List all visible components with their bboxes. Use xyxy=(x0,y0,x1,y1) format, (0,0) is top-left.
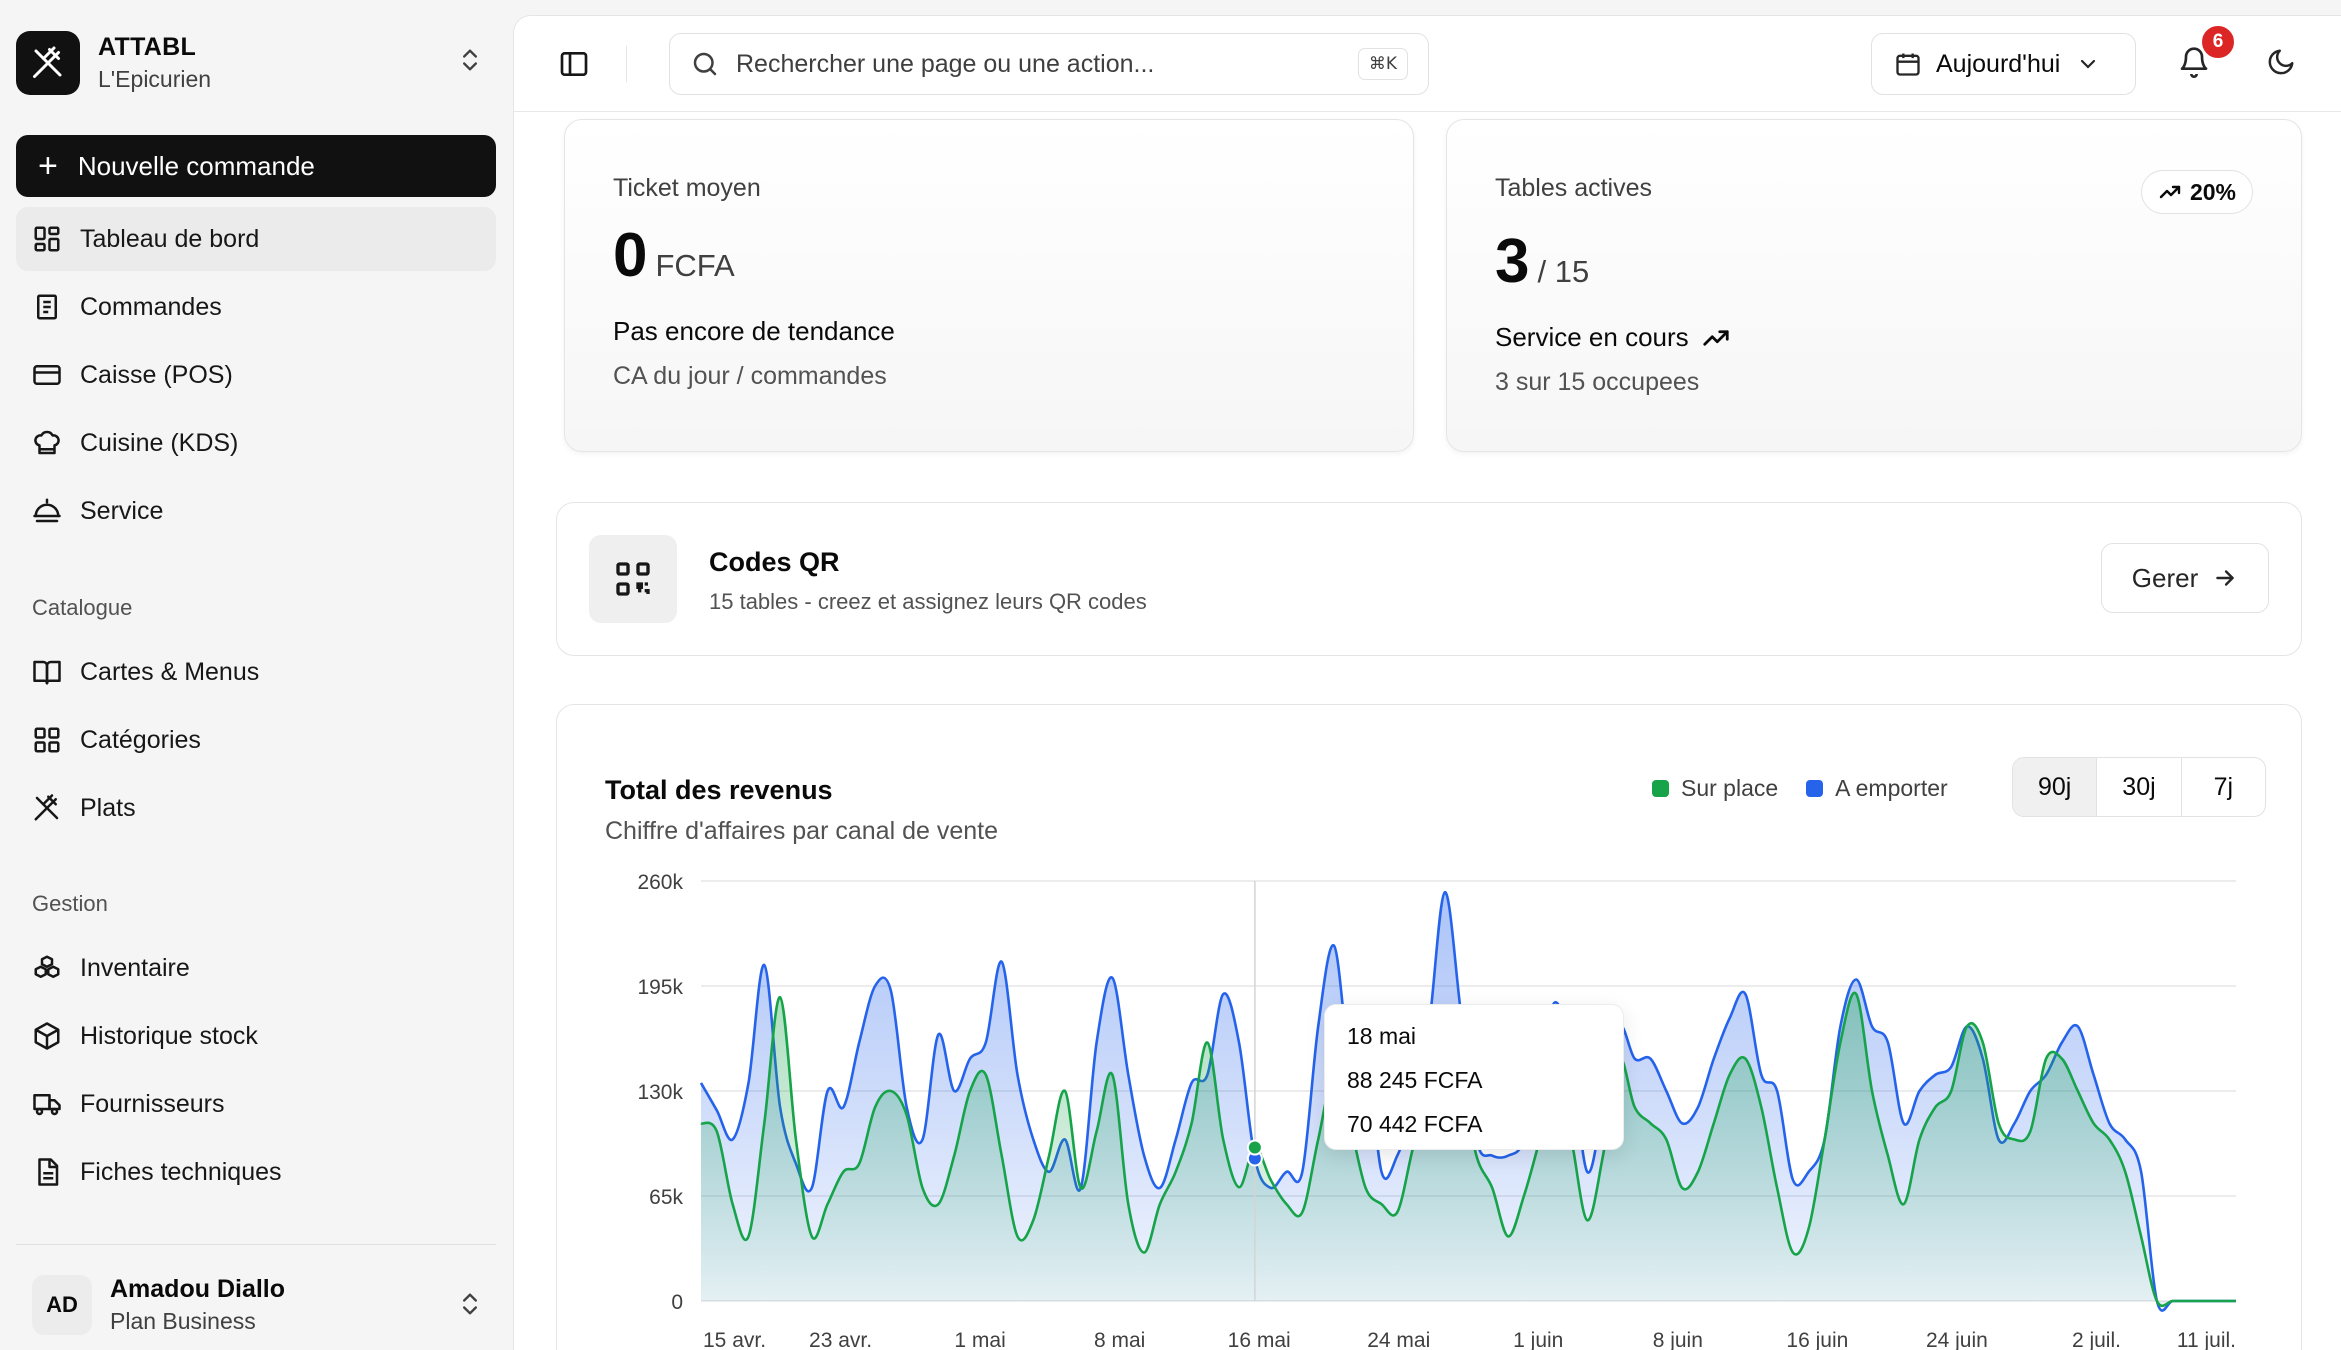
avatar: AD xyxy=(32,1275,92,1335)
new-order-label: Nouvelle commande xyxy=(77,150,315,181)
sidebar-item-recipes[interactable]: Fiches techniques xyxy=(16,1140,496,1204)
sidebar-item-dashboard[interactable]: Tableau de bord xyxy=(16,207,496,271)
x-tick-label: 24 juin xyxy=(1926,1329,1988,1350)
sidebar-item-label: Commandes xyxy=(80,292,222,321)
sidebar: ATTABL L'Epicurien + Nouvelle commande T… xyxy=(0,0,512,1350)
book-icon xyxy=(33,660,61,685)
sidebar-item-menus[interactable]: Cartes & Menus xyxy=(16,640,496,704)
grid-icon xyxy=(34,727,60,753)
sidebar-item-label: Cuisine (KDS) xyxy=(80,428,239,457)
sidebar-divider xyxy=(16,1244,496,1245)
hover-point-sur-place xyxy=(1246,1139,1263,1156)
plus-icon: + xyxy=(38,147,58,185)
y-tick-label: 65k xyxy=(649,1186,683,1209)
chart-tooltip: 18 mai 88 245 FCFA 70 442 FCFA xyxy=(1324,1004,1624,1150)
x-tick-label: 24 mai xyxy=(1367,1329,1430,1350)
y-tick-label: 0 xyxy=(671,1291,683,1314)
utensils-logo-icon xyxy=(16,31,80,95)
x-tick-label: 16 juin xyxy=(1786,1329,1848,1350)
sidebar-item-label: Fiches techniques xyxy=(80,1157,282,1186)
chef-hat-icon xyxy=(34,430,60,455)
x-tick-label: 2 juil. xyxy=(2072,1329,2121,1350)
tooltip-value-a-emporter: 88 245 FCFA xyxy=(1347,1067,1483,1093)
section-title-catalogue: Catalogue xyxy=(32,595,133,620)
sidebar-item-stock-history[interactable]: Historique stock xyxy=(16,1004,496,1068)
brand-subtitle: L'Epicurien xyxy=(98,66,212,92)
sidebar-item-inventory[interactable]: Inventaire xyxy=(16,936,496,1000)
x-tick-label: 1 mai xyxy=(954,1329,1005,1350)
package-icon xyxy=(34,1022,60,1050)
user-plan: Plan Business xyxy=(110,1308,256,1334)
card-icon xyxy=(33,365,61,385)
x-tick-label: 15 avr. xyxy=(703,1329,766,1350)
sidebar-item-pos[interactable]: Caisse (POS) xyxy=(16,343,496,407)
truck-icon xyxy=(33,1094,61,1116)
sidebar-item-suppliers[interactable]: Fournisseurs xyxy=(16,1072,496,1136)
x-tick-label: 8 juin xyxy=(1653,1329,1703,1350)
user-menu[interactable]: AD Amadou Diallo Plan Business xyxy=(16,1270,496,1340)
new-order-button[interactable]: + Nouvelle commande xyxy=(16,135,496,197)
brand-switcher[interactable]: ATTABL L'Epicurien xyxy=(16,28,496,98)
sidebar-item-label: Caisse (POS) xyxy=(80,360,233,389)
x-tick-label: 16 mai xyxy=(1228,1329,1291,1350)
sidebar-item-categories[interactable]: Catégories xyxy=(16,708,496,772)
boxes-icon xyxy=(34,955,60,978)
sidebar-item-label: Catégories xyxy=(80,725,201,754)
y-tick-label: 130k xyxy=(637,1081,683,1104)
chevrons-up-down-icon xyxy=(456,1290,484,1323)
sidebar-item-label: Service xyxy=(80,496,164,525)
sidebar-item-label: Fournisseurs xyxy=(80,1089,225,1118)
sidebar-item-label: Cartes & Menus xyxy=(80,657,260,686)
section-title-gestion: Gestion xyxy=(32,891,108,916)
utensils-icon xyxy=(34,794,59,821)
user-name: Amadou Diallo xyxy=(110,1275,286,1303)
sidebar-item-label: Plats xyxy=(80,793,136,822)
sidebar-item-service[interactable]: Service xyxy=(16,479,496,543)
sidebar-item-label: Historique stock xyxy=(80,1021,258,1050)
x-tick-label: 1 juin xyxy=(1513,1329,1563,1350)
cloche-icon xyxy=(33,498,61,523)
dashboard-icon xyxy=(34,226,60,252)
y-tick-label: 195k xyxy=(637,976,683,999)
receipt-icon xyxy=(37,294,57,320)
sidebar-item-kitchen[interactable]: Cuisine (KDS) xyxy=(16,411,496,475)
brand-name: ATTABL xyxy=(98,33,197,61)
sidebar-item-dishes[interactable]: Plats xyxy=(16,776,496,840)
chevrons-up-down-icon xyxy=(456,46,484,79)
tooltip-value-sur-place: 70 442 FCFA xyxy=(1347,1111,1483,1137)
file-text-icon xyxy=(38,1158,59,1186)
y-tick-label: 260k xyxy=(637,871,683,894)
sidebar-item-label: Tableau de bord xyxy=(80,224,260,253)
x-tick-label: 11 juil. xyxy=(2177,1329,2236,1350)
tooltip-date: 18 mai xyxy=(1347,1023,1417,1049)
sidebar-item-label: Inventaire xyxy=(80,953,190,982)
x-tick-label: 23 avr. xyxy=(809,1329,872,1350)
x-tick-label: 8 mai xyxy=(1094,1329,1145,1350)
sidebar-item-orders[interactable]: Commandes xyxy=(16,275,496,339)
